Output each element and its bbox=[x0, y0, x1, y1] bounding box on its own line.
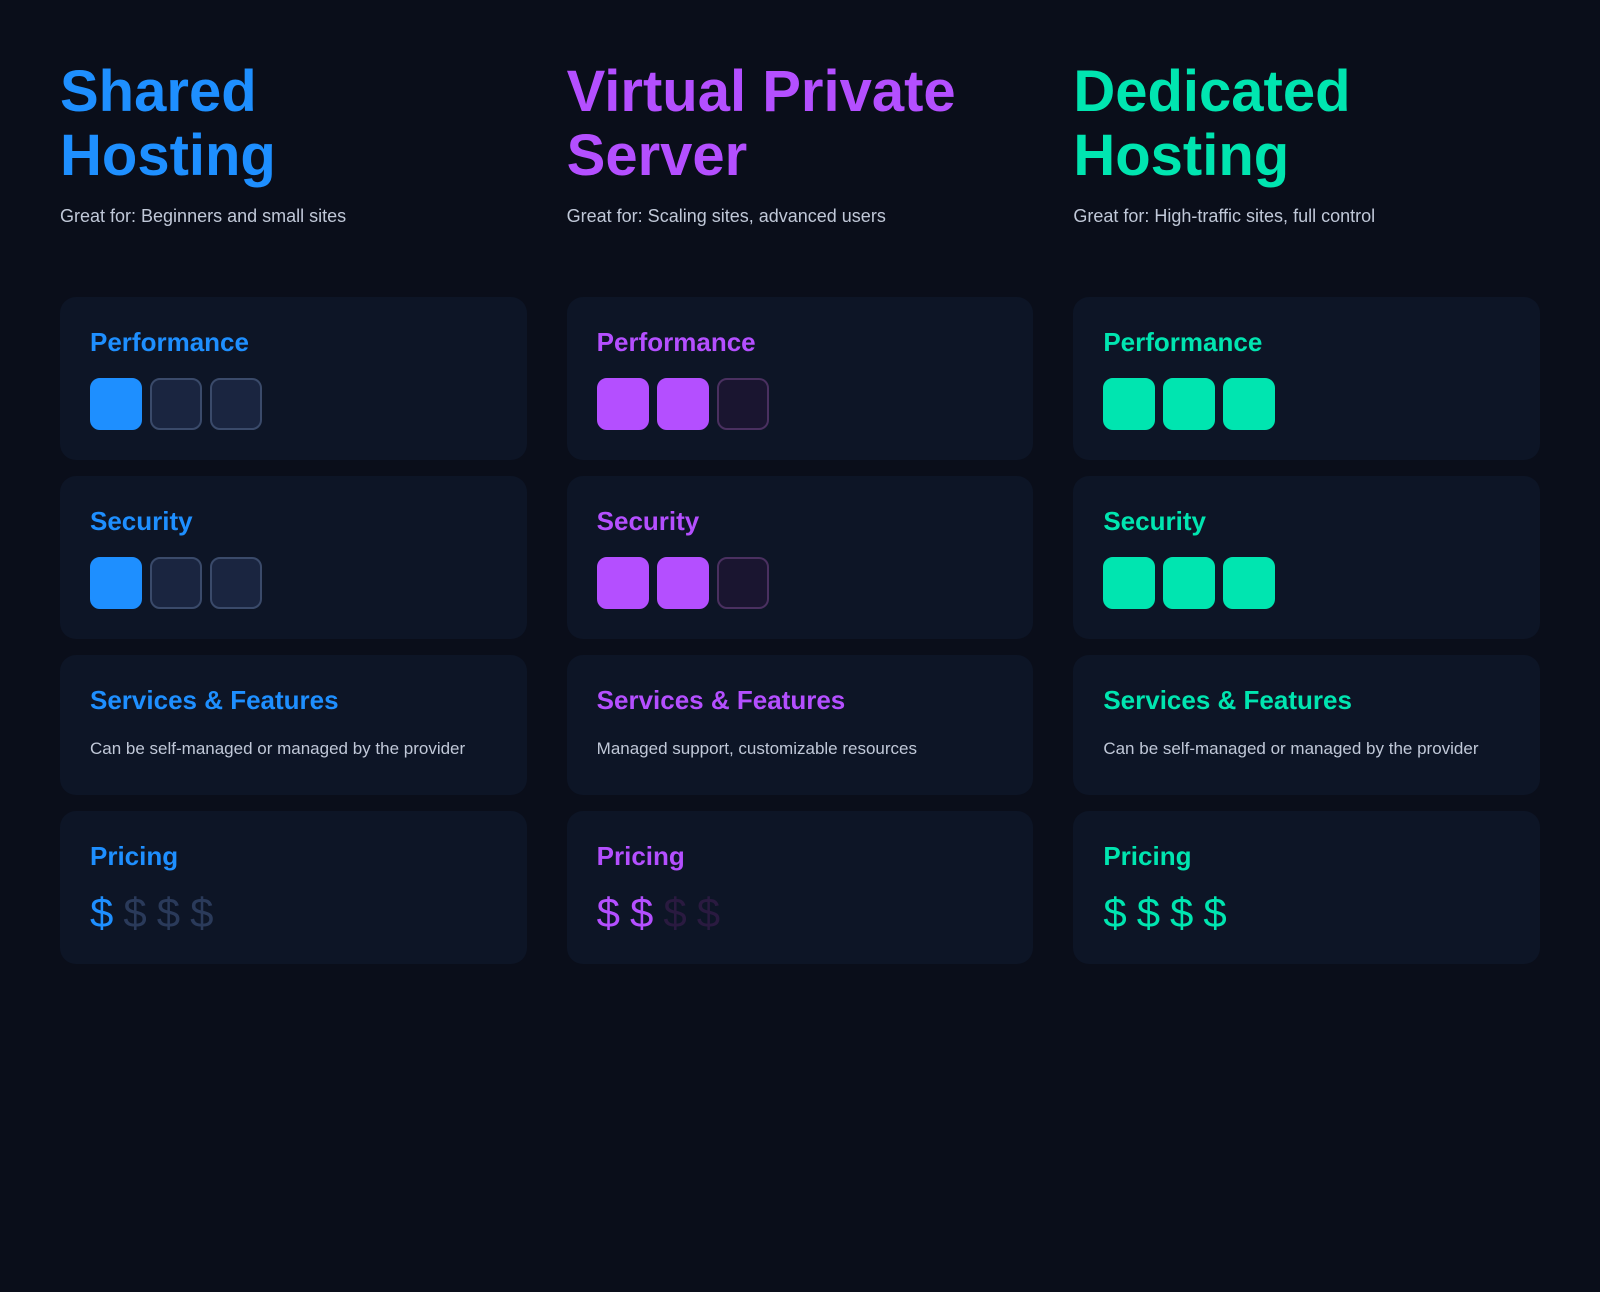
vps-dollar-1: $ bbox=[597, 892, 620, 934]
shared-pricing-title: Pricing bbox=[90, 841, 497, 872]
shared-security-block-1 bbox=[90, 557, 142, 609]
dedicated-dollar-4: $ bbox=[1203, 892, 1226, 934]
shared-performance-title: Performance bbox=[90, 327, 497, 358]
vps-security-block-1 bbox=[597, 557, 649, 609]
column-header-dedicated: DedicatedHosting Great for: High-traffic… bbox=[1073, 60, 1540, 227]
vps-services-title: Services & Features bbox=[597, 685, 1004, 716]
shared-performance-block-2 bbox=[150, 378, 202, 430]
dedicated-dollar-2: $ bbox=[1137, 892, 1160, 934]
vps-security-block-2 bbox=[657, 557, 709, 609]
shared-security-block-2 bbox=[150, 557, 202, 609]
column-header-shared: SharedHosting Great for: Beginners and s… bbox=[60, 60, 527, 227]
vps-security-rating bbox=[597, 557, 1004, 609]
shared-security-title: Security bbox=[90, 506, 497, 537]
dedicated-pricing-symbols: $ $ $ $ bbox=[1103, 892, 1510, 934]
shared-dollar-4: $ bbox=[190, 892, 213, 934]
dedicated-security-block-2 bbox=[1163, 557, 1215, 609]
vps-dollar-3: $ bbox=[663, 892, 686, 934]
vps-performance-block-3 bbox=[717, 378, 769, 430]
dedicated-performance-title: Performance bbox=[1103, 327, 1510, 358]
dedicated-performance-card: Performance bbox=[1073, 297, 1540, 460]
vps-security-block-3 bbox=[717, 557, 769, 609]
shared-pricing-symbols: $ $ $ $ bbox=[90, 892, 497, 934]
dedicated-services-card: Services & Features Can be self-managed … bbox=[1073, 655, 1540, 795]
vps-services-text: Managed support, customizable resources bbox=[597, 736, 1004, 762]
vps-pricing-card: Pricing $ $ $ $ bbox=[567, 811, 1034, 964]
vps-cards-column: Performance Security Services & Features bbox=[567, 297, 1034, 964]
vps-pricing-title: Pricing bbox=[597, 841, 1004, 872]
dedicated-security-block-1 bbox=[1103, 557, 1155, 609]
vps-performance-block-1 bbox=[597, 378, 649, 430]
vps-security-title: Security bbox=[597, 506, 1004, 537]
dedicated-performance-block-2 bbox=[1163, 378, 1215, 430]
dedicated-pricing-title: Pricing bbox=[1103, 841, 1510, 872]
dedicated-performance-rating bbox=[1103, 378, 1510, 430]
shared-security-card: Security bbox=[60, 476, 527, 639]
vps-title: Virtual PrivateServer bbox=[567, 60, 1034, 188]
shared-services-card: Services & Features Can be self-managed … bbox=[60, 655, 527, 795]
vps-performance-rating bbox=[597, 378, 1004, 430]
header-row: SharedHosting Great for: Beginners and s… bbox=[60, 60, 1540, 257]
dedicated-dollar-3: $ bbox=[1170, 892, 1193, 934]
shared-hosting-title: SharedHosting bbox=[60, 60, 527, 188]
shared-cards-column: Performance Security Services & Features bbox=[60, 297, 527, 964]
shared-security-block-3 bbox=[210, 557, 262, 609]
shared-dollar-2: $ bbox=[123, 892, 146, 934]
dedicated-security-card: Security bbox=[1073, 476, 1540, 639]
dedicated-cards-column: Performance Security Services & Features bbox=[1073, 297, 1540, 964]
dedicated-performance-block-3 bbox=[1223, 378, 1275, 430]
vps-subtitle: Great for: Scaling sites, advanced users bbox=[567, 206, 1034, 227]
shared-hosting-subtitle: Great for: Beginners and small sites bbox=[60, 206, 527, 227]
vps-performance-block-2 bbox=[657, 378, 709, 430]
dedicated-performance-block-1 bbox=[1103, 378, 1155, 430]
dedicated-security-rating bbox=[1103, 557, 1510, 609]
shared-performance-card: Performance bbox=[60, 297, 527, 460]
vps-dollar-4: $ bbox=[697, 892, 720, 934]
shared-security-rating bbox=[90, 557, 497, 609]
shared-dollar-3: $ bbox=[157, 892, 180, 934]
vps-pricing-symbols: $ $ $ $ bbox=[597, 892, 1004, 934]
vps-performance-card: Performance bbox=[567, 297, 1034, 460]
dedicated-pricing-card: Pricing $ $ $ $ bbox=[1073, 811, 1540, 964]
page-layout: SharedHosting Great for: Beginners and s… bbox=[60, 60, 1540, 964]
vps-dollar-2: $ bbox=[630, 892, 653, 934]
shared-services-text: Can be self-managed or managed by the pr… bbox=[90, 736, 497, 762]
cards-grid: Performance Security Services & Features bbox=[60, 297, 1540, 964]
dedicated-services-title: Services & Features bbox=[1103, 685, 1510, 716]
shared-dollar-1: $ bbox=[90, 892, 113, 934]
shared-pricing-card: Pricing $ $ $ $ bbox=[60, 811, 527, 964]
shared-services-title: Services & Features bbox=[90, 685, 497, 716]
dedicated-security-block-3 bbox=[1223, 557, 1275, 609]
vps-services-card: Services & Features Managed support, cus… bbox=[567, 655, 1034, 795]
column-header-vps: Virtual PrivateServer Great for: Scaling… bbox=[567, 60, 1034, 227]
shared-performance-block-1 bbox=[90, 378, 142, 430]
dedicated-hosting-title: DedicatedHosting bbox=[1073, 60, 1540, 188]
dedicated-services-text: Can be self-managed or managed by the pr… bbox=[1103, 736, 1510, 762]
dedicated-security-title: Security bbox=[1103, 506, 1510, 537]
shared-performance-rating bbox=[90, 378, 497, 430]
dedicated-dollar-1: $ bbox=[1103, 892, 1126, 934]
shared-performance-block-3 bbox=[210, 378, 262, 430]
dedicated-hosting-subtitle: Great for: High-traffic sites, full cont… bbox=[1073, 206, 1540, 227]
vps-performance-title: Performance bbox=[597, 327, 1004, 358]
vps-security-card: Security bbox=[567, 476, 1034, 639]
